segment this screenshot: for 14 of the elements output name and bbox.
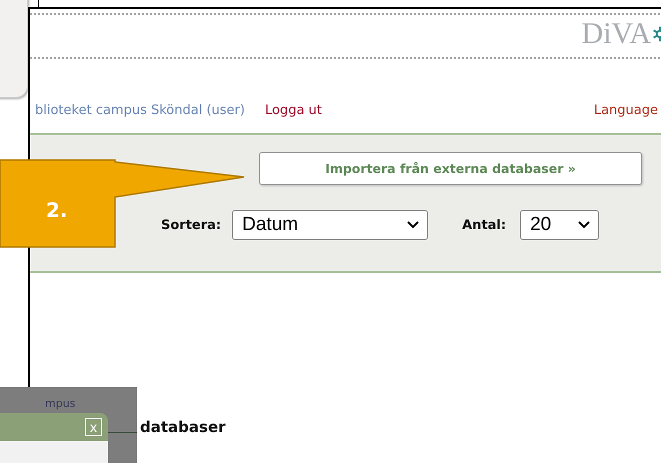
- background-text: mpus: [45, 397, 76, 411]
- language-link[interactable]: Language: [594, 103, 658, 118]
- dialog-heading: databaser: [140, 418, 226, 436]
- count-label: Antal:: [462, 218, 506, 232]
- chevron-icon: [407, 221, 420, 229]
- callout-label: 2.: [46, 198, 68, 222]
- user-label: blioteket campus Sköndal (user): [35, 103, 245, 118]
- chevron-icon: [578, 221, 590, 229]
- import-button[interactable]: Importera från externa databaser »: [259, 152, 642, 185]
- logout-link[interactable]: Logga ut: [264, 103, 322, 118]
- sort-label: Sortera:: [161, 218, 222, 232]
- sort-select[interactable]: Datum: [232, 210, 428, 240]
- logo: DiVA: [582, 19, 651, 49]
- count-select[interactable]: 20: [520, 210, 600, 240]
